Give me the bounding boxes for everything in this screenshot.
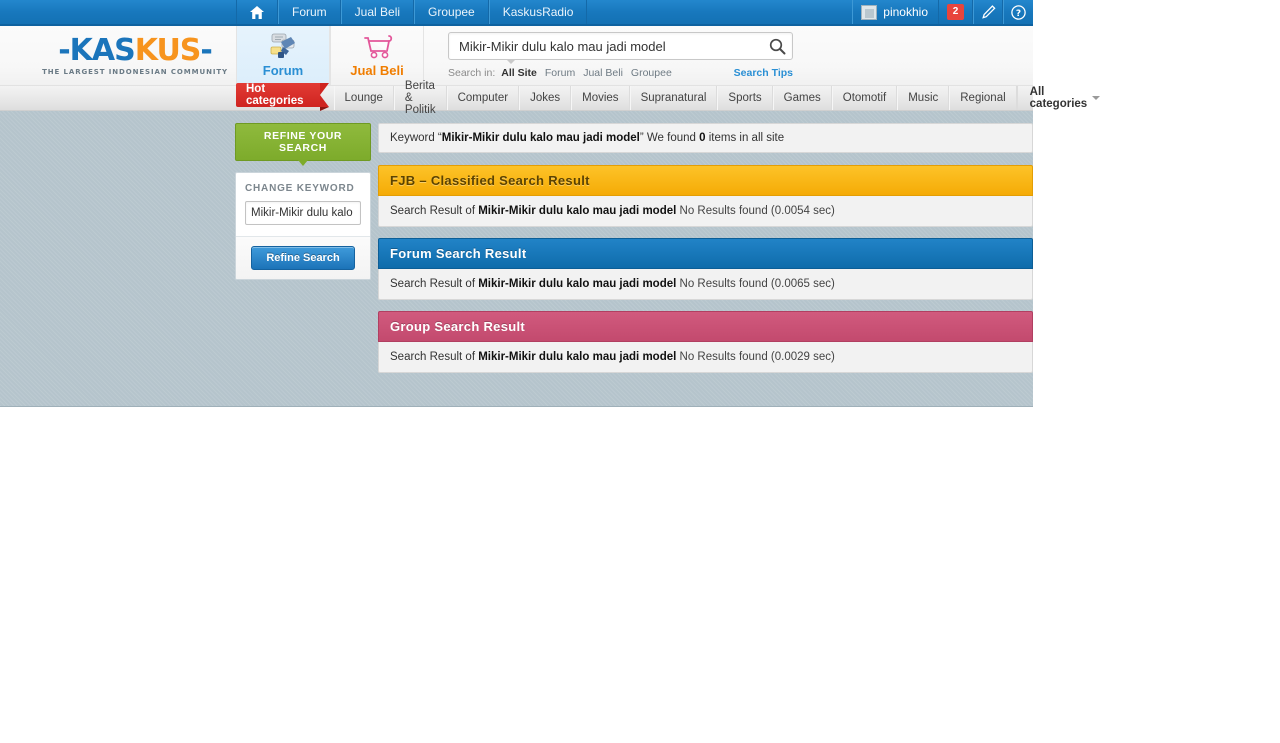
nav-item-music[interactable]: Music — [897, 86, 950, 110]
result-header-group: Group Search Result — [378, 311, 1033, 342]
logo-area: - KAS KUS - THE LARGEST INDONESIAN COMMUNIT… — [0, 26, 236, 85]
user-menu[interactable]: pinokhio — [852, 0, 939, 24]
result-body-group: Search Result of Mikir-Mikir dulu kalo m… — [378, 342, 1033, 373]
result-block-forum: Forum Search Result Search Result of Mik… — [378, 238, 1033, 300]
site-header: - KAS KUS - THE LARGEST INDONESIAN COMMUNIT… — [0, 26, 1033, 86]
nav-item-lounge[interactable]: Lounge — [333, 86, 394, 110]
logo-dash-right: - — [200, 32, 212, 68]
svg-text:?: ? — [1016, 9, 1021, 19]
home-icon — [250, 5, 264, 19]
results-column: Keyword “Mikir-Mikir dulu kalo mau jadi … — [378, 123, 1033, 384]
top-navigation-bar: Forum Jual Beli Groupee KaskusRadio pino… — [0, 0, 1033, 26]
refine-panel-footer: Refine Search — [236, 237, 370, 279]
result-query-group: Mikir-Mikir dulu kalo mau jadi model — [478, 351, 677, 363]
refine-your-search-header: REFINE YOUR SEARCH — [235, 123, 371, 166]
avatar — [861, 4, 878, 20]
category-navigation-inner: Hot categories Lounge Berita & Politik C… — [236, 80, 1115, 116]
header-tab-jual-beli-label: Jual Beli — [350, 63, 404, 78]
logo-wordmark: - KAS KUS - — [58, 32, 213, 68]
category-navigation: Hot categories Lounge Berita & Politik C… — [0, 80, 1101, 116]
result-prefix-forum: Search Result of — [390, 278, 479, 290]
keyword-summary-bar: Keyword “Mikir-Mikir dulu kalo mau jadi … — [378, 123, 1033, 153]
logo-text-blue: KAS — [69, 32, 136, 68]
sidebar: REFINE YOUR SEARCH CHANGE KEYWORD Refine… — [235, 123, 371, 280]
refine-search-button[interactable]: Refine Search — [251, 246, 355, 270]
username-label: pinokhio — [883, 5, 928, 19]
nav-item-berita-politik[interactable]: Berita & Politik — [393, 80, 447, 116]
logo-text-orange: KUS — [134, 32, 202, 68]
pencil-icon — [981, 4, 996, 19]
nav-item-jokes[interactable]: Jokes — [519, 86, 572, 110]
nav-item-regional[interactable]: Regional — [949, 86, 1017, 110]
result-query-fjb: Mikir-Mikir dulu kalo mau jadi model — [478, 205, 677, 217]
header-tab-forum-label: Forum — [262, 63, 304, 78]
result-body-forum: Search Result of Mikir-Mikir dulu kalo m… — [378, 269, 1033, 300]
topbar-item-kaskusradio[interactable]: KaskusRadio — [488, 0, 588, 24]
search-scope-forum[interactable]: Forum — [545, 67, 575, 79]
search-input[interactable] — [457, 37, 766, 55]
content-row: REFINE YOUR SEARCH CHANGE KEYWORD Refine… — [235, 123, 1033, 384]
result-status-fjb: No Results found (0.0054 sec) — [676, 205, 835, 217]
search-box[interactable] — [448, 32, 793, 60]
search-scope-row: Search in: All Site Forum Jual Beli Grou… — [448, 59, 793, 79]
keyword-text: Mikir-Mikir dulu kalo mau jadi model — [441, 132, 640, 144]
header-tab-jual-beli[interactable]: Jual Beli — [330, 26, 424, 85]
nav-item-sports[interactable]: Sports — [717, 86, 773, 110]
search-scope-jual-beli[interactable]: Jual Beli — [583, 67, 623, 79]
forum-chat-icon — [262, 33, 304, 60]
refine-panel: CHANGE KEYWORD Refine Search — [235, 172, 371, 280]
question-circle-icon: ? — [1011, 4, 1026, 20]
change-keyword-section: CHANGE KEYWORD — [236, 173, 370, 237]
result-status-group: No Results found (0.0029 sec) — [676, 351, 835, 363]
search-in-label: Search in: — [448, 67, 496, 79]
result-status-forum: No Results found (0.0065 sec) — [676, 278, 835, 290]
logo-dash-left: - — [58, 32, 70, 68]
nav-item-computer[interactable]: Computer — [446, 86, 520, 110]
notification-badge: 2 — [947, 4, 964, 20]
keyword-suffix: items in all site — [705, 132, 785, 144]
change-keyword-label: CHANGE KEYWORD — [245, 183, 355, 194]
result-block-group: Group Search Result Search Result of Mik… — [378, 311, 1033, 373]
result-prefix-group: Search Result of — [390, 351, 479, 363]
nav-hot-categories[interactable]: Hot categories — [236, 83, 329, 111]
result-query-forum: Mikir-Mikir dulu kalo mau jadi model — [478, 278, 677, 290]
topbar-item-groupee[interactable]: Groupee — [414, 0, 489, 24]
topbar-item-forum[interactable]: Forum — [278, 0, 341, 24]
scope-caret-icon — [506, 59, 516, 64]
search-scope-groupee[interactable]: Groupee — [631, 67, 672, 79]
nav-all-categories[interactable]: All categories — [1016, 86, 1115, 110]
result-prefix-fjb: Search Result of — [390, 205, 479, 217]
search-scope-all-site[interactable]: All Site — [501, 67, 537, 79]
browser-page: Forum Jual Beli Groupee KaskusRadio pino… — [0, 0, 1280, 743]
page-body: REFINE YOUR SEARCH CHANGE KEYWORD Refine… — [0, 111, 1033, 407]
search-icon[interactable] — [766, 35, 788, 57]
topbar-user-area: pinokhio 2 ? — [852, 0, 1033, 24]
result-header-fjb: FJB – Classified Search Result — [378, 165, 1033, 196]
nav-item-movies[interactable]: Movies — [571, 86, 630, 110]
change-keyword-input[interactable] — [245, 201, 361, 225]
nav-item-otomotif[interactable]: Otomotif — [831, 86, 898, 110]
search-area: Search in: All Site Forum Jual Beli Grou… — [424, 26, 1033, 85]
chevron-down-icon — [1092, 96, 1101, 100]
compose-button[interactable] — [973, 0, 1003, 24]
topbar-links: Forum Jual Beli Groupee KaskusRadio — [236, 0, 588, 24]
keyword-middle: ” We found — [639, 132, 700, 144]
topbar-home-link[interactable] — [236, 0, 278, 24]
result-header-forum: Forum Search Result — [378, 238, 1033, 269]
nav-item-games[interactable]: Games — [772, 86, 832, 110]
search-tips-link[interactable]: Search Tips — [734, 67, 793, 79]
site-logo[interactable]: - KAS KUS - THE LARGEST INDONESIAN COMMUNIT… — [42, 32, 228, 76]
topbar-item-jual-beli[interactable]: Jual Beli — [340, 0, 415, 24]
nav-all-categories-label: All categories — [1029, 86, 1088, 110]
nav-item-supranatural[interactable]: Supranatural — [629, 86, 718, 110]
shopping-cart-icon — [356, 33, 398, 60]
result-block-fjb: FJB – Classified Search Result Search Re… — [378, 165, 1033, 227]
header-tab-forum[interactable]: Forum — [236, 26, 330, 85]
result-body-fjb: Search Result of Mikir-Mikir dulu kalo m… — [378, 196, 1033, 227]
page-container: Forum Jual Beli Groupee KaskusRadio pino… — [0, 0, 1101, 407]
help-button[interactable]: ? — [1003, 0, 1033, 24]
keyword-prefix: Keyword “ — [390, 132, 442, 144]
notifications-button[interactable]: 2 — [939, 0, 973, 24]
logo-tagline: THE LARGEST INDONESIAN COMMUNITY — [42, 67, 228, 76]
